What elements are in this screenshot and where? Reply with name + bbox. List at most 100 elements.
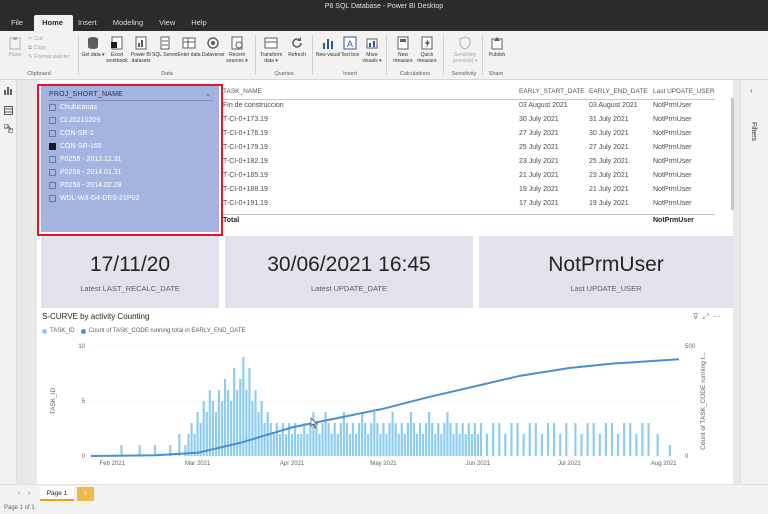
early-start-cell: 23 July 2021 — [519, 158, 559, 165]
new-measure-button[interactable]: New measure — [390, 36, 416, 64]
table-row[interactable]: T-CI-0+188.19 19 July 2021 21 July 2021 Not… — [223, 184, 715, 197]
tab-file[interactable]: File — [6, 18, 34, 31]
slicer-item[interactable]: P0258 - 2014.02.28 — [49, 180, 122, 191]
checkbox-icon[interactable] — [49, 195, 56, 202]
task-table[interactable]: TASK_NAME EARLY_START_DATE EARLY_END_DAT… — [223, 84, 733, 226]
paste-button[interactable]: Paste — [2, 36, 28, 58]
filter-icon[interactable]: ⊽ — [693, 312, 703, 321]
bar — [629, 423, 632, 456]
card-last-recalc-date[interactable]: 17/11/20 Latest LAST_RECALC_DATE — [41, 236, 219, 308]
ribbon-group-queries: Transform data ▾ Refresh Queries — [258, 34, 310, 78]
tab-modeling[interactable]: Modeling — [108, 18, 154, 31]
table-row[interactable]: T-CI-0+179.19 25 July 2021 27 July 2021 Not… — [223, 142, 715, 155]
bar — [324, 412, 327, 456]
tab-home[interactable]: Home — [34, 15, 73, 31]
get-data-label: Get data ▾ — [81, 52, 105, 58]
table-row[interactable]: T-CI-0+173.19 30 July 2021 31 July 2021 Not… — [223, 114, 715, 127]
scissors-icon: ✂ — [28, 36, 33, 42]
table-row[interactable]: T-CI-0+176.19 27 July 2021 30 July 2021 Not… — [223, 128, 715, 141]
slicer-item[interactable]: WDL-W3-G4-DES-21P02 — [49, 193, 139, 204]
publish-button[interactable]: Publish — [484, 36, 510, 58]
slicer-item[interactable]: CON-SR-165 — [49, 141, 102, 152]
slicer-item[interactable]: CON-SR-1 — [49, 128, 94, 139]
slicer-item[interactable]: P0258 - 2013.12.31 — [49, 154, 122, 165]
checkbox-icon[interactable] — [49, 104, 56, 111]
slicer-item[interactable]: CL20210209 — [49, 115, 100, 126]
table-row[interactable]: T-CI-0+185.19 21 July 2021 23 July 2021 Not… — [223, 170, 715, 183]
sensitivity-button[interactable]: Sensitivity (preview) ▾ — [450, 36, 480, 64]
page-navigator: ‹ › Page 1 + Page 1 of 1 — [0, 484, 768, 514]
chevron-left-icon[interactable]: ‹ — [750, 86, 753, 95]
x-tick-label: Feb 2021 — [100, 461, 126, 467]
page-tab-1[interactable]: Page 1 — [40, 487, 74, 501]
get-data-button[interactable]: Get data ▾ — [80, 36, 106, 58]
table-scrollbar[interactable] — [731, 98, 734, 210]
slicer-item[interactable]: P0258 - 2014.01.31 — [49, 167, 122, 178]
tab-view[interactable]: View — [154, 18, 186, 31]
checkbox-icon[interactable] — [49, 156, 56, 163]
checkbox-checked-icon[interactable] — [49, 143, 56, 150]
checkbox-icon[interactable] — [49, 130, 56, 137]
card-update-user[interactable]: NotPrmUser Last UPDATE_USER — [479, 236, 733, 308]
quick-measure-button[interactable]: Quick measure — [414, 36, 440, 64]
bar — [516, 423, 519, 456]
bar — [345, 423, 349, 456]
format-painter-button[interactable]: ✎ Format painter — [28, 54, 70, 60]
power-bi-datasets-button[interactable]: Power BI datasets — [128, 36, 154, 64]
bar — [202, 401, 205, 456]
bar — [492, 423, 495, 456]
bar — [233, 368, 236, 456]
add-page-button[interactable]: + — [77, 487, 94, 501]
enter-data-button[interactable]: Enter data — [176, 36, 202, 58]
card-label: Last UPDATE_USER — [570, 284, 642, 293]
s-curve-chart[interactable]: S-CURVE by activity Counting ⊽⤢⋯ TASK_ID… — [41, 312, 733, 482]
tab-insert[interactable]: Insert — [73, 18, 108, 31]
bar — [351, 423, 355, 456]
cut-button[interactable]: ✂ Cut — [28, 36, 43, 42]
bar — [458, 434, 461, 456]
bar — [522, 434, 525, 456]
refresh-button[interactable]: Refresh — [284, 36, 310, 58]
next-page-icon[interactable]: › — [28, 490, 30, 497]
sql-server-button[interactable]: SQL Server — [152, 36, 178, 58]
data-view-icon[interactable] — [4, 106, 13, 115]
focus-mode-icon[interactable]: ⤢ — [703, 312, 713, 321]
report-view-icon[interactable] — [4, 86, 13, 95]
recent-sources-button[interactable]: Recent sources ▾ — [224, 36, 250, 64]
filters-pane-label[interactable]: Filters — [750, 122, 757, 141]
transform-data-button[interactable]: Transform data ▾ — [258, 36, 284, 64]
more-visuals-button[interactable]: More visuals ▾ — [359, 36, 385, 64]
bar — [668, 445, 671, 456]
project-slicer[interactable]: PROJ_SHORT_NAME ⌄ Chulucanas CL20210209 … — [41, 86, 219, 232]
card-update-date[interactable]: 30/06/2021 16:45 Latest UPDATE_DATE — [225, 236, 473, 308]
chevron-down-icon[interactable]: ⌄ — [205, 90, 211, 98]
paste-label: Paste — [8, 52, 22, 58]
update-user-cell: NotPrmUser — [653, 172, 692, 179]
filters-pane-collapsed[interactable]: ‹ Filters — [740, 80, 768, 484]
model-view-icon[interactable] — [4, 124, 13, 133]
bar — [647, 423, 650, 456]
dataverse-button[interactable]: Dataverse — [200, 36, 226, 58]
copy-button[interactable]: ⧉ Copy — [28, 45, 46, 52]
slicer-item[interactable]: Chulucanas — [49, 102, 97, 113]
bar — [498, 423, 501, 456]
checkbox-icon[interactable] — [49, 182, 56, 189]
slicer-divider — [49, 100, 213, 101]
table-row[interactable]: T-CI-0+182.19 23 July 2021 25 July 2021 Not… — [223, 156, 715, 169]
table-row[interactable]: T-CI-0+191.19 17 July 2021 19 July 2021 Not… — [223, 198, 715, 211]
update-user-cell: NotPrmUser — [653, 158, 692, 165]
excel-workbook-button[interactable]: Excel workbook — [104, 36, 130, 64]
checkbox-icon[interactable] — [49, 117, 56, 124]
tab-help[interactable]: Help — [186, 18, 217, 31]
bar — [281, 423, 285, 456]
update-user-cell: NotPrmUser — [653, 130, 692, 137]
prev-page-icon[interactable]: ‹ — [18, 490, 20, 497]
table-row[interactable]: Fin de construccion 03 August 2021 03 Augu… — [223, 100, 715, 113]
bar — [428, 412, 431, 456]
new-measure-label: New measure — [393, 52, 413, 64]
slicer-header: PROJ_SHORT_NAME — [49, 91, 124, 98]
slicer-item-label: CL20210209 — [60, 117, 101, 124]
more-options-icon[interactable]: ⋯ — [713, 312, 725, 321]
quick-measure-icon — [421, 36, 433, 50]
checkbox-icon[interactable] — [49, 169, 56, 176]
